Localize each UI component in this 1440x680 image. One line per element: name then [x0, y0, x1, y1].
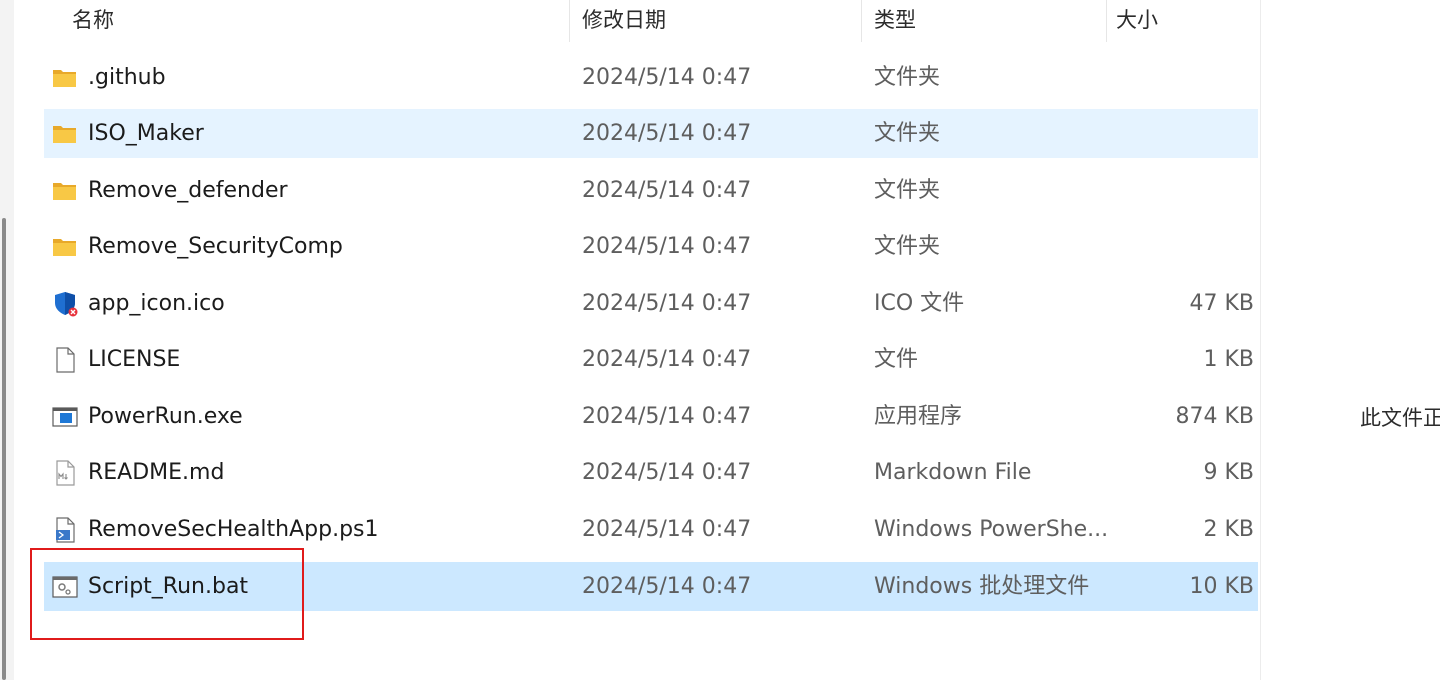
file-date: 2024/5/14 0:47: [582, 65, 752, 90]
file-type: Markdown File: [874, 460, 1032, 485]
preview-pane-message: 此文件正: [1360, 406, 1440, 430]
file-date: 2024/5/14 0:47: [582, 574, 752, 599]
file-row[interactable]: LICENSE 2024/5/14 0:47 文件 1 KB: [44, 335, 1258, 384]
shield-icon: [55, 292, 78, 317]
file-type: 文件夹: [874, 65, 941, 90]
file-name: Remove_SecurityComp: [88, 234, 343, 259]
column-divider[interactable]: [569, 0, 570, 42]
blank-file-icon: [56, 347, 75, 373]
file-size: 10 KB: [1189, 574, 1254, 599]
file-row[interactable]: PowerRun.exe 2024/5/14 0:47 应用程序 874 KB: [44, 392, 1258, 441]
file-row[interactable]: Remove_SecurityComp 2024/5/14 0:47 文件夹: [44, 222, 1258, 271]
red-highlight-annotation: [30, 548, 304, 640]
markdown-file-icon: [56, 460, 75, 486]
file-row[interactable]: README.md 2024/5/14 0:47 Markdown File 9…: [44, 448, 1258, 497]
folder-icon: [53, 239, 76, 256]
column-divider[interactable]: [1106, 0, 1107, 42]
file-size: 9 KB: [1203, 460, 1254, 485]
folder-icon: [53, 126, 76, 143]
column-divider[interactable]: [861, 0, 862, 42]
file-row[interactable]: app_icon.ico 2024/5/14 0:47 ICO 文件 47 KB: [44, 279, 1258, 328]
navigation-pane-edge: [0, 0, 14, 680]
file-size: 874 KB: [1175, 404, 1254, 429]
powershell-file-icon: [56, 517, 75, 543]
file-name: LICENSE: [88, 347, 181, 372]
file-date: 2024/5/14 0:47: [582, 517, 752, 542]
file-size: 2 KB: [1203, 517, 1254, 542]
file-name: ISO_Maker: [88, 121, 204, 146]
preview-pane-divider[interactable]: [1260, 0, 1261, 680]
file-name: Remove_defender: [88, 178, 288, 203]
folder-icon: [53, 70, 76, 87]
column-header-name[interactable]: 名称: [72, 0, 114, 42]
file-type: Windows PowerShe...: [874, 517, 1109, 542]
file-date: 2024/5/14 0:47: [582, 460, 752, 485]
file-type: 文件: [874, 347, 919, 372]
file-date: 2024/5/14 0:47: [582, 234, 752, 259]
column-header-size[interactable]: 大小: [1116, 0, 1158, 42]
file-type: 文件夹: [874, 121, 941, 146]
file-type: Windows 批处理文件: [874, 574, 1090, 599]
file-date: 2024/5/14 0:47: [582, 291, 752, 316]
folder-icon: [53, 183, 76, 200]
file-name: README.md: [88, 460, 225, 485]
file-date: 2024/5/14 0:47: [582, 121, 752, 146]
file-row[interactable]: RemoveSecHealthApp.ps1 2024/5/14 0:47 Wi…: [44, 505, 1258, 554]
column-header-date[interactable]: 修改日期: [582, 0, 666, 42]
file-type: 应用程序: [874, 404, 963, 429]
file-size: 1 KB: [1203, 347, 1254, 372]
file-type: ICO 文件: [874, 291, 965, 316]
file-date: 2024/5/14 0:47: [582, 404, 752, 429]
file-name: PowerRun.exe: [88, 404, 243, 429]
file-row[interactable]: .github 2024/5/14 0:47 文件夹: [44, 53, 1258, 102]
exe-icon: [52, 407, 78, 427]
file-name: .github: [88, 65, 166, 90]
file-row[interactable]: Remove_defender 2024/5/14 0:47 文件夹: [44, 166, 1258, 215]
file-type: 文件夹: [874, 178, 941, 203]
column-header-type[interactable]: 类型: [874, 0, 916, 42]
file-date: 2024/5/14 0:47: [582, 347, 752, 372]
column-header-bar: 名称 修改日期 类型 大小: [14, 0, 1260, 42]
file-date: 2024/5/14 0:47: [582, 178, 752, 203]
file-size: 47 KB: [1189, 291, 1254, 316]
file-name: app_icon.ico: [88, 291, 225, 316]
file-type: 文件夹: [874, 234, 941, 259]
scrollbar-thumb[interactable]: [2, 218, 6, 680]
file-row[interactable]: ISO_Maker 2024/5/14 0:47 文件夹: [44, 109, 1258, 158]
